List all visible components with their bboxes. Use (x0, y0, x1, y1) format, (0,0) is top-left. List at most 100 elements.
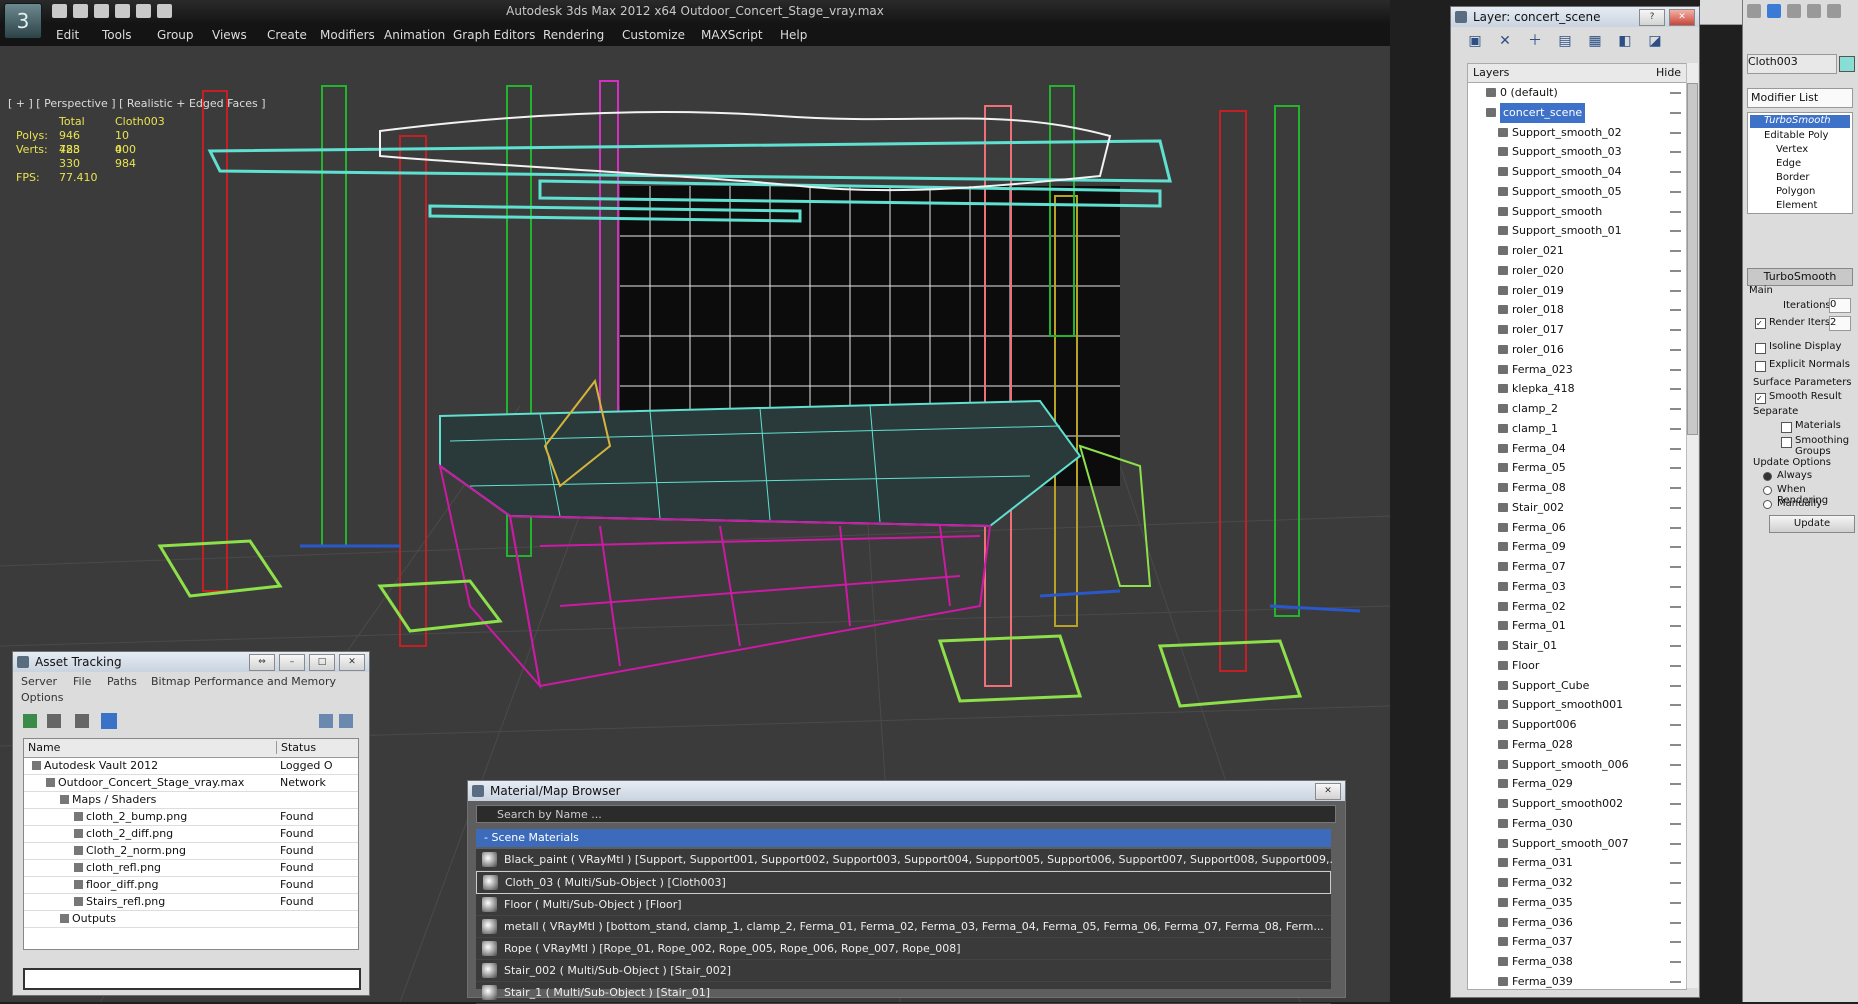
hide-toggle[interactable] (1670, 348, 1681, 351)
material-search-input[interactable]: Search by Name ... (476, 805, 1336, 823)
asset-row[interactable]: Stairs_refl.png Found (24, 894, 358, 911)
hide-toggle[interactable] (1670, 171, 1681, 173)
object-name-field[interactable]: Cloth003 (1747, 54, 1837, 74)
hide-toggle[interactable] (1670, 961, 1681, 963)
layer-row[interactable]: Support_smooth (1468, 202, 1686, 222)
stack-vertex[interactable]: Vertex (1776, 144, 1808, 155)
always-radio[interactable] (1763, 472, 1772, 481)
layer-row[interactable]: Ferma_035 (1468, 893, 1686, 913)
layer-row[interactable]: Support_smooth_01 (1468, 221, 1686, 241)
hide-toggle[interactable] (1670, 546, 1681, 549)
motion-tab-icon[interactable] (1807, 4, 1821, 18)
hide-toggle[interactable] (1670, 605, 1681, 608)
render-iters-checkbox[interactable]: ✓ (1755, 318, 1766, 329)
hide-toggle[interactable] (1670, 743, 1681, 746)
menu-edit[interactable]: Edit (56, 28, 79, 42)
layer-row[interactable]: Ferma_03 (1468, 577, 1686, 597)
stack-edge[interactable]: Edge (1776, 158, 1801, 169)
material-item[interactable]: Stair_002 ( Multi/Sub-Object ) [Stair_00… (476, 960, 1331, 982)
layer-row[interactable]: Ferma_029 (1468, 774, 1686, 794)
materials-checkbox[interactable] (1781, 422, 1792, 433)
hide-toggle[interactable] (1670, 151, 1681, 154)
layer-scrollbar[interactable] (1686, 63, 1698, 988)
hide-toggle[interactable] (1670, 783, 1681, 786)
add-to-layer-icon[interactable]: ＋ (1527, 33, 1543, 49)
close-button[interactable]: ✕ (339, 654, 365, 671)
when-rendering-radio[interactable] (1763, 486, 1772, 495)
hide-toggle[interactable] (1670, 803, 1681, 805)
material-item[interactable]: Black_paint ( VRayMtl ) [Support, Suppor… (476, 849, 1334, 871)
hide-toggle[interactable] (1670, 941, 1681, 944)
layer-row[interactable]: Ferma_023 (1468, 360, 1686, 380)
layer-row[interactable]: roler_020 (1468, 261, 1686, 281)
hide-toggle[interactable] (1670, 230, 1681, 233)
layer-row[interactable]: Support_smooth_007 (1468, 834, 1686, 854)
hide-toggle[interactable] (1670, 763, 1681, 766)
app-logo-button[interactable]: 3 (4, 3, 42, 39)
menu-options[interactable]: Options (21, 691, 63, 704)
hide-toggle[interactable] (1670, 704, 1681, 707)
menu-group[interactable]: Group (157, 28, 194, 42)
layer-row[interactable]: Ferma_032 (1468, 873, 1686, 893)
layer-row[interactable]: Stair_002 (1468, 498, 1686, 518)
update-button[interactable]: Update (1769, 515, 1855, 533)
create-layer-icon[interactable]: ▣ (1467, 33, 1483, 49)
asset-row[interactable]: cloth_refl.png Found (24, 860, 358, 877)
material-item[interactable]: Stair_1 ( Multi/Sub-Object ) [Stair_01] (476, 982, 1331, 1004)
scene-materials-group[interactable]: - Scene Materials (476, 829, 1331, 847)
table-view-icon[interactable] (101, 713, 117, 729)
layer-row[interactable]: Support_smooth001 (1468, 695, 1686, 715)
layer-row[interactable]: Ferma_028 (1468, 735, 1686, 755)
layer-row[interactable]: Ferma_030 (1468, 814, 1686, 834)
hide-toggle[interactable] (1670, 664, 1681, 667)
layer-window-titlebar[interactable]: Layer: concert_scene ? ✕ (1451, 7, 1699, 27)
menu-graph-editors[interactable]: Graph Editors (453, 28, 535, 42)
hide-toggle[interactable] (1670, 467, 1681, 470)
delete-layer-icon[interactable]: ✕ (1497, 33, 1513, 49)
iterations-spinner[interactable]: 0 (1829, 298, 1851, 313)
hide-toggle[interactable] (1670, 585, 1681, 588)
explicit-normals-checkbox[interactable] (1755, 361, 1766, 372)
stack-editable-poly[interactable]: Editable Poly (1764, 130, 1828, 141)
stack-polygon[interactable]: Polygon (1776, 186, 1815, 197)
layer-row[interactable]: Ferma_031 (1468, 853, 1686, 873)
isoline-checkbox[interactable] (1755, 343, 1766, 354)
hide-toggle[interactable] (1670, 131, 1681, 134)
hide-toggle[interactable] (1670, 625, 1681, 628)
hide-toggle[interactable] (1670, 309, 1681, 312)
hide-toggle[interactable] (1670, 822, 1681, 825)
layer-row[interactable]: Support_Cube (1468, 676, 1686, 696)
material-item[interactable]: metall ( VRayMtl ) [bottom_stand, clamp_… (476, 916, 1331, 938)
layer-row[interactable]: Ferma_036 (1468, 913, 1686, 933)
asset-row[interactable]: Autodesk Vault 2012 Logged O (24, 758, 358, 775)
menu-customize[interactable]: Customize (622, 28, 685, 42)
hide-toggle[interactable] (1670, 645, 1681, 647)
highlight-layer-icon[interactable]: ▦ (1587, 33, 1603, 49)
layer-row[interactable]: klepka_418 (1468, 379, 1686, 399)
help-button[interactable]: ? (1639, 9, 1665, 26)
hide-toggle[interactable] (1670, 980, 1681, 983)
minimize-button[interactable]: – (279, 654, 305, 671)
menu-file[interactable]: File (73, 675, 91, 688)
menu-help[interactable]: Help (780, 28, 807, 42)
hide-toggle[interactable] (1670, 901, 1681, 904)
layer-row[interactable]: Floor (1468, 656, 1686, 676)
close-button[interactable]: ✕ (1315, 783, 1341, 800)
layer-row[interactable]: clamp_1 (1468, 419, 1686, 439)
hide-toggle[interactable] (1670, 566, 1681, 568)
turbosmooth-rollout-title[interactable]: TurboSmooth (1747, 268, 1853, 286)
menu-rendering[interactable]: Rendering (543, 28, 604, 42)
hide-toggle[interactable] (1670, 329, 1681, 331)
hide-toggle[interactable] (1670, 368, 1681, 371)
smoothing-groups-checkbox[interactable] (1781, 437, 1792, 448)
menu-views[interactable]: Views (212, 28, 247, 42)
layer-row[interactable]: roler_021 (1468, 241, 1686, 261)
layer-row[interactable]: Ferma_09 (1468, 537, 1686, 557)
menu-bitmap-performance[interactable]: Bitmap Performance and Memory (151, 675, 336, 688)
col-layers[interactable]: Layers (1473, 64, 1509, 82)
hide-toggle[interactable] (1670, 92, 1681, 94)
asset-path-field[interactable] (23, 968, 361, 990)
layer-row[interactable]: roler_017 (1468, 320, 1686, 340)
hide-toggle[interactable] (1670, 210, 1681, 213)
material-item[interactable]: Cloth_03 ( Multi/Sub-Object ) [Cloth003] (476, 871, 1331, 894)
